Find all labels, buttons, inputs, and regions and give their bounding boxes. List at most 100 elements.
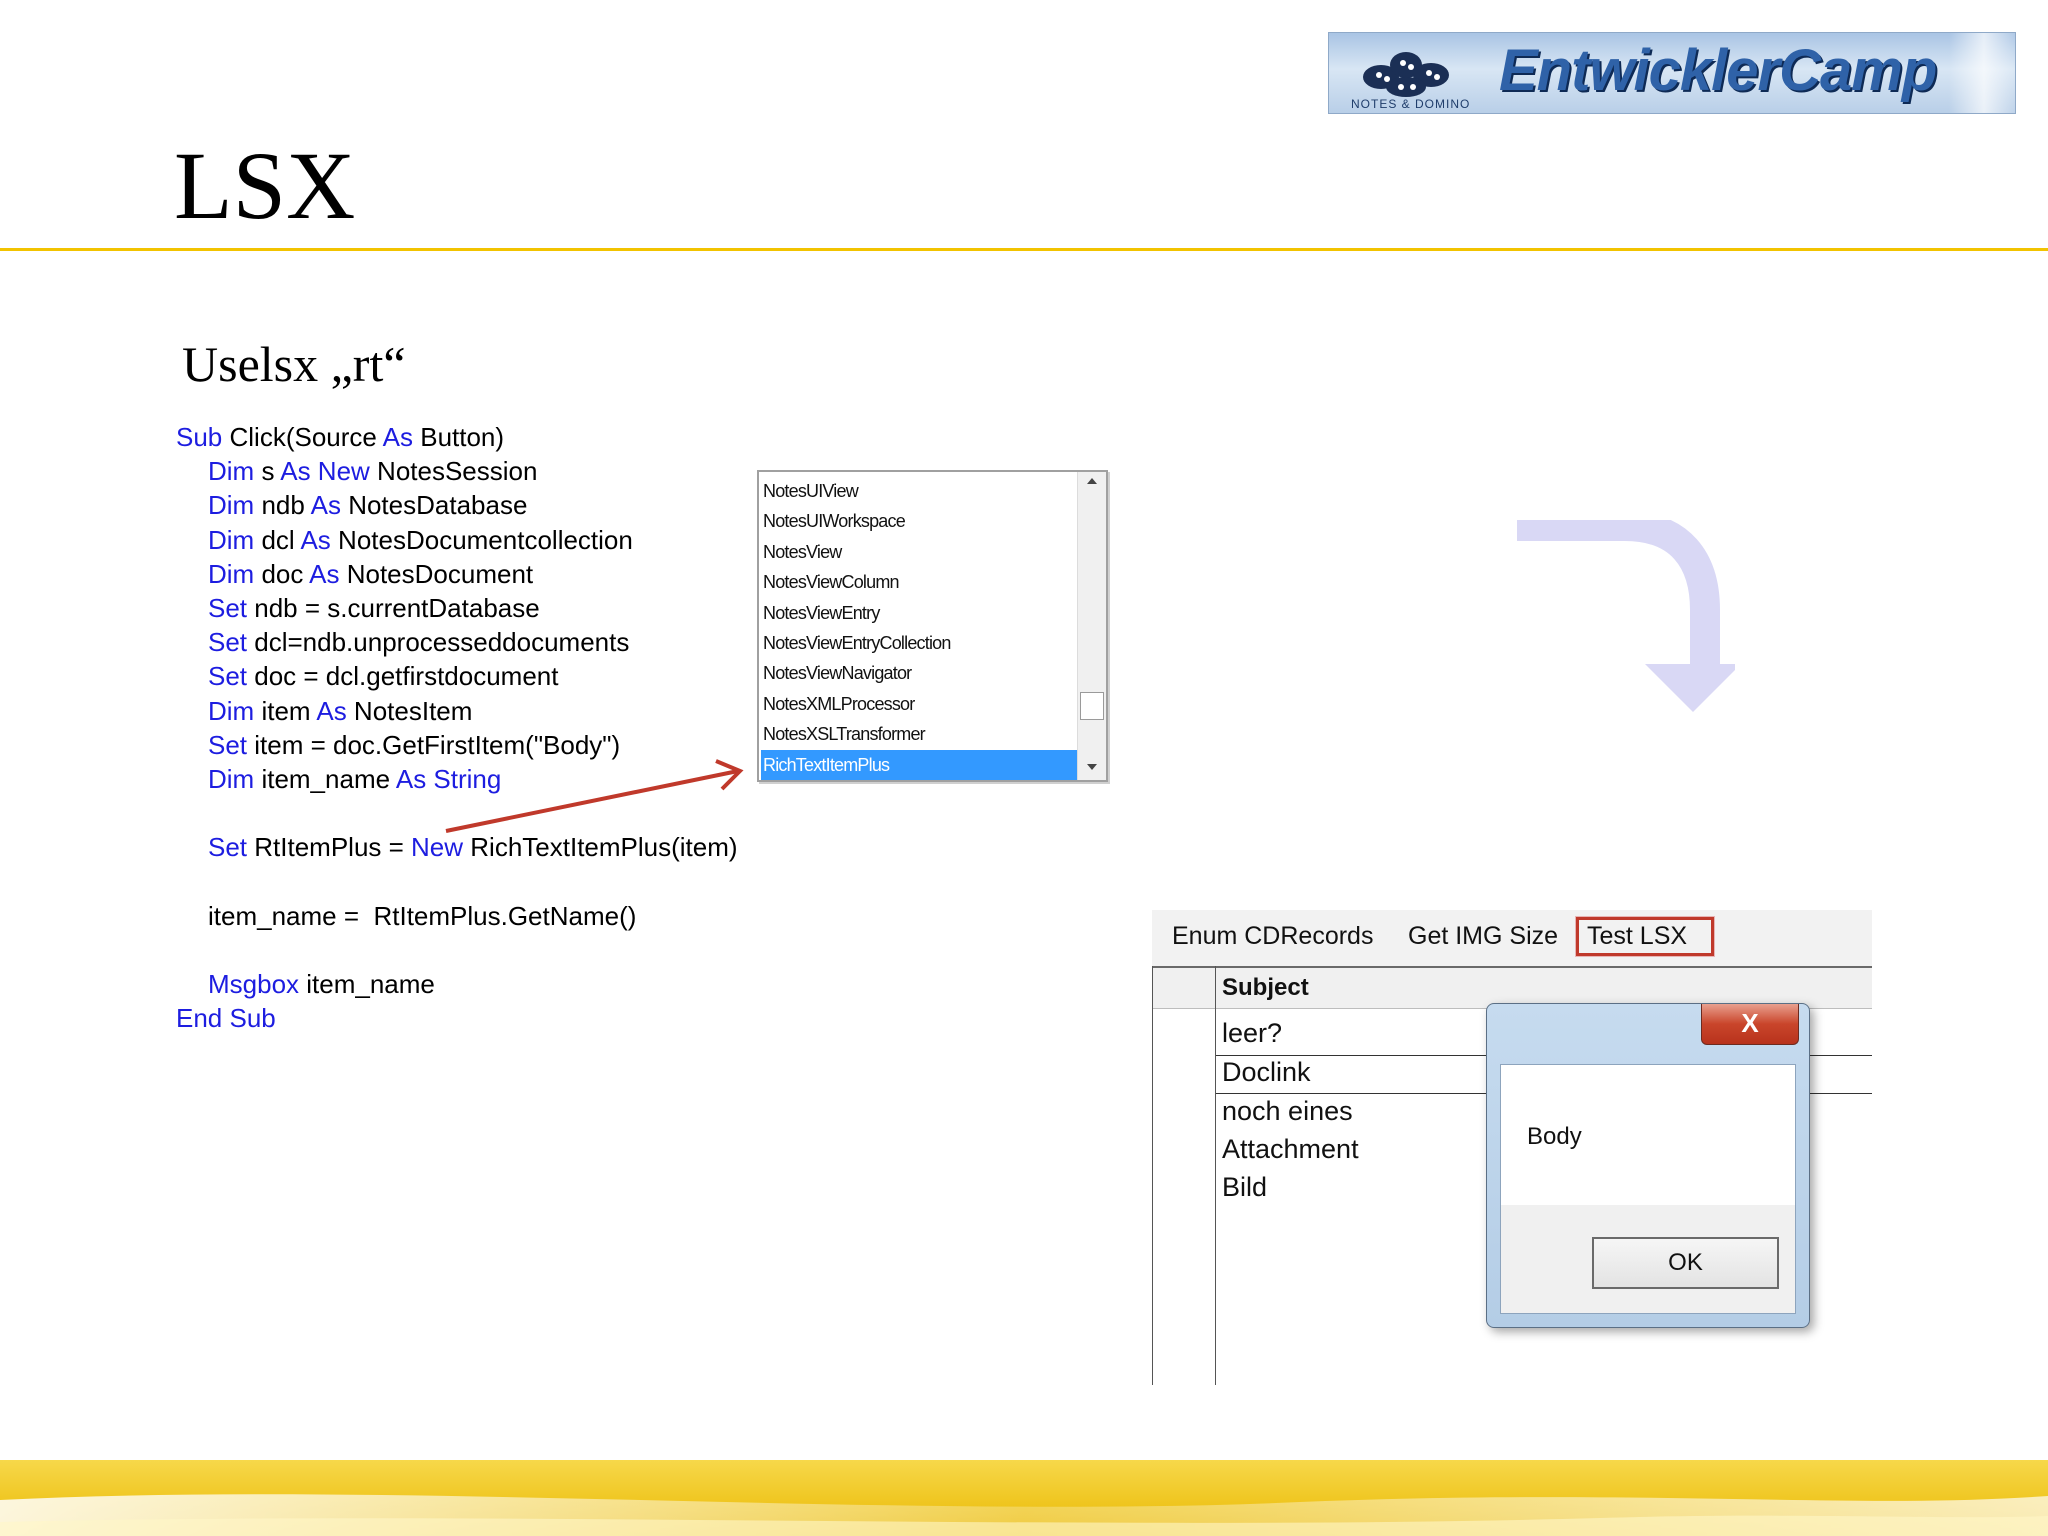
code-line: Dim doc As NotesDocument xyxy=(176,557,738,591)
code-keyword: Set xyxy=(208,627,248,658)
code-listing: Sub Click(Source As Button) Dim s As New… xyxy=(176,420,738,1035)
class-list-item[interactable]: NotesViewColumn xyxy=(761,567,1079,597)
code-text: NotesItem xyxy=(346,695,473,726)
code-text: NotesDocumentcollection xyxy=(330,524,633,555)
code-text: Click(Source xyxy=(222,422,383,452)
view-left-border xyxy=(1152,966,1153,1385)
code-text: doc = dcl.getfirstdocument xyxy=(247,661,559,692)
get-img-size-button[interactable]: Get IMG Size xyxy=(1408,922,1558,951)
code-keyword: As xyxy=(316,695,347,726)
code-line: Dim dcl As NotesDocumentcollection xyxy=(176,523,738,557)
code-line: Set doc = dcl.getfirstdocument xyxy=(176,659,738,693)
flower-logo-icon xyxy=(1363,52,1449,97)
class-list-item-selected[interactable]: RichTextItemPlus xyxy=(761,749,1079,780)
enum-cdrecords-button[interactable]: Enum CDRecords xyxy=(1172,922,1373,951)
ok-button[interactable]: OK xyxy=(1592,1237,1779,1289)
code-text: dcl=ndb.unprocesseddocuments xyxy=(247,627,630,658)
code-text: NotesDatabase xyxy=(340,490,528,521)
code-line: Set dcl=ndb.unprocesseddocuments xyxy=(176,625,738,659)
annotation-arrow-icon xyxy=(445,759,744,833)
code-text: dcl xyxy=(254,524,301,555)
code-keyword: End Sub xyxy=(176,1003,276,1034)
code-text: RtItemPlus = xyxy=(247,832,412,863)
class-autocomplete-list[interactable]: NotesUIView NotesUIWorkspace NotesView N… xyxy=(757,470,1108,782)
code-text: item_name xyxy=(254,763,396,794)
code-line: Sub Click(Source As Button) xyxy=(176,420,738,454)
code-line: Dim ndb As NotesDatabase xyxy=(176,488,738,522)
view-row[interactable]: leer? xyxy=(1222,1018,1282,1049)
logo-streak xyxy=(1949,33,2015,113)
close-icon: X xyxy=(1741,1008,1759,1038)
test-lsx-button[interactable]: Test LSX xyxy=(1576,917,1715,956)
code-text: item_name xyxy=(299,969,435,999)
subject-column-header[interactable]: Subject xyxy=(1222,974,1309,1002)
code-keyword: Set xyxy=(208,661,248,692)
view-row[interactable]: Bild xyxy=(1222,1172,1267,1203)
code-keyword: Dim xyxy=(208,490,255,521)
code-text: ndb = s.currentDatabase xyxy=(247,592,540,623)
logo-year: '10 xyxy=(1499,105,1575,113)
class-list-item[interactable]: NotesViewEntryCollection xyxy=(761,628,1079,658)
code-text: s xyxy=(254,456,281,487)
view-row[interactable]: noch eines xyxy=(1222,1096,1353,1127)
code-text: doc xyxy=(254,558,310,589)
code-text: item xyxy=(254,695,317,726)
code-keyword: As New xyxy=(280,456,370,487)
view-row-selected[interactable]: Doclink xyxy=(1222,1057,1311,1088)
code-line: Dim s As New NotesSession xyxy=(176,454,738,488)
code-keyword: As xyxy=(300,524,331,555)
code-keyword: Dim xyxy=(208,558,255,589)
code-line: Dim item As NotesItem xyxy=(176,694,738,728)
title-rule xyxy=(0,248,2048,251)
message-box-dialog: X Body OK xyxy=(1486,1003,1810,1328)
code-text: NotesDocument xyxy=(339,558,534,589)
code-keyword: Dim xyxy=(208,456,255,487)
close-button[interactable]: X xyxy=(1701,1004,1799,1045)
bottom-decorative-band xyxy=(0,1460,2048,1536)
code-keyword: Dim xyxy=(208,763,255,794)
logo-brand: EntwicklerCamp xyxy=(1499,38,1937,103)
code-keyword: Dim xyxy=(208,524,255,555)
logo-wordmark: EntwicklerCamp '10 xyxy=(1499,37,2015,113)
class-list-item[interactable]: NotesViewNavigator xyxy=(761,658,1079,688)
class-list-item[interactable]: NotesXMLProcessor xyxy=(761,689,1079,719)
view-row[interactable]: Attachment xyxy=(1222,1134,1359,1165)
class-list-items: NotesUIView NotesUIWorkspace NotesView N… xyxy=(761,476,1079,780)
class-list-scrollbar[interactable] xyxy=(1077,472,1106,780)
code-keyword: Dim xyxy=(208,695,255,726)
message-text: Body xyxy=(1527,1123,1582,1150)
code-keyword: Sub xyxy=(176,422,223,452)
scroll-thumb[interactable] xyxy=(1080,692,1104,720)
class-list-item[interactable]: NotesView xyxy=(761,537,1079,567)
code-keyword: Set xyxy=(208,832,248,863)
code-line: Msgbox item_name xyxy=(176,967,738,1001)
class-list-item[interactable]: NotesViewEntry xyxy=(761,598,1079,628)
code-keyword: Set xyxy=(208,592,248,623)
scroll-down-icon[interactable] xyxy=(1087,764,1097,770)
message-box-content: Body OK xyxy=(1500,1064,1796,1314)
code-text: NotesSession xyxy=(369,456,538,487)
view-margin-divider xyxy=(1215,966,1216,1385)
code-text: item_name = RtItemPlus.GetName() xyxy=(208,900,637,931)
code-keyword: As xyxy=(382,422,413,452)
code-keyword: Msgbox xyxy=(208,969,300,999)
entwicklercamp-logo: NOTES & DOMINO EntwicklerCamp '10 xyxy=(1328,32,2016,114)
logo-subtitle: NOTES & DOMINO xyxy=(1351,97,1471,111)
slide-title: LSX xyxy=(174,132,356,239)
code-line: End Sub xyxy=(176,1001,738,1035)
action-bar: Enum CDRecords Get IMG Size Test LSX xyxy=(1152,910,1872,968)
code-text: ndb xyxy=(254,490,311,521)
scroll-up-icon[interactable] xyxy=(1087,478,1097,484)
code-text: Button) xyxy=(413,422,505,452)
code-keyword: As xyxy=(310,490,341,521)
slide-subtitle: Uselsx „rt“ xyxy=(182,336,406,392)
curved-down-arrow-icon xyxy=(1517,520,1735,712)
class-list-item[interactable]: NotesUIWorkspace xyxy=(761,506,1079,536)
code-keyword: Set xyxy=(208,729,248,760)
code-line: item_name = RtItemPlus.GetName() xyxy=(176,899,738,933)
class-list-item[interactable]: NotesXSLTransformer xyxy=(761,719,1079,749)
class-list-item[interactable]: NotesUIView xyxy=(761,476,1079,506)
code-keyword: As xyxy=(309,558,340,589)
